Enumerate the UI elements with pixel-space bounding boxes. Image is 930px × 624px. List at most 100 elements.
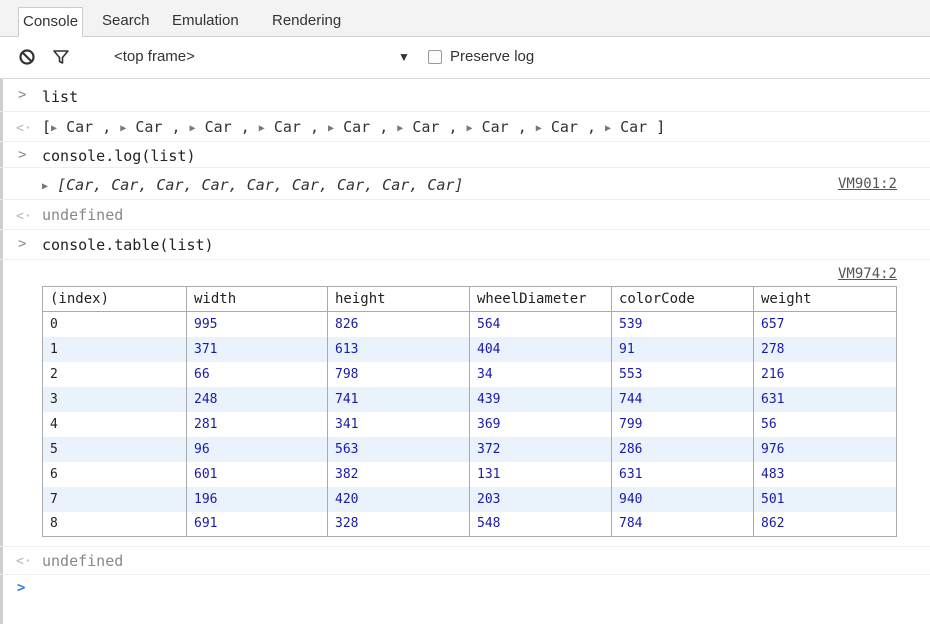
array-item-label: Car [204, 118, 232, 136]
array-item-label: Car [135, 118, 163, 136]
tab-search[interactable]: Search [98, 7, 154, 37]
tab-rendering[interactable]: Rendering [268, 7, 345, 37]
table-cell: 91 [611, 336, 754, 362]
array-item-label: Car [620, 118, 648, 136]
table-cell: 248 [186, 386, 328, 412]
table-index-cell: 8 [42, 511, 187, 537]
table-cell: 196 [186, 486, 328, 512]
source-link[interactable]: VM974:2 [838, 266, 897, 282]
table-row: 5 96 563 372 286 976 [42, 436, 897, 462]
table-row: 6 601 382 131 631 483 [42, 461, 897, 487]
result-arrow-icon: <· [16, 554, 32, 569]
console-command: console.table(list) [42, 236, 214, 254]
table-cell: 691 [186, 511, 328, 537]
table-cell: 862 [753, 511, 897, 537]
table-cell: 631 [611, 461, 754, 487]
array-close-bracket: ] [656, 118, 666, 136]
result-value: undefined [42, 552, 124, 570]
table-cell: 798 [327, 361, 470, 387]
filter-icon[interactable] [52, 48, 70, 70]
preserve-log-label: Preserve log [450, 48, 535, 65]
column-header-wheel-diameter[interactable]: wheelDiameter [469, 286, 612, 312]
column-header-weight[interactable]: weight [753, 286, 897, 312]
array-item-label: Car [481, 118, 509, 136]
table-index-cell: 3 [42, 386, 187, 412]
table-row: 2 66 798 34 553 216 [42, 361, 897, 387]
array-result: [▶ Car , ▶ Car , ▶ Car , ▶ Car , ▶ Car ,… [42, 118, 665, 136]
array-item-label: Car [343, 118, 371, 136]
table-index-cell: 2 [42, 361, 187, 387]
console-input-row: > console.log(list) [0, 142, 930, 168]
expand-triangle-icon[interactable]: ▶ [328, 123, 334, 134]
array-item[interactable]: ▶ Car , [397, 118, 466, 136]
table-index-cell: 6 [42, 461, 187, 487]
table-cell: 976 [753, 436, 897, 462]
table-cell: 420 [327, 486, 470, 512]
preserve-log-checkbox[interactable] [428, 50, 442, 64]
active-prompt-chevron-icon: > [17, 580, 26, 596]
array-item[interactable]: ▶ Car , [536, 118, 605, 136]
array-item[interactable]: ▶ Car , [259, 118, 328, 136]
column-header-width[interactable]: width [186, 286, 328, 312]
expand-triangle-icon[interactable]: ▶ [605, 123, 611, 134]
expand-triangle-icon[interactable]: ▶ [51, 123, 57, 134]
table-cell: 601 [186, 461, 328, 487]
table-cell: 203 [469, 486, 612, 512]
table-row: 3 248 741 439 744 631 [42, 386, 897, 412]
array-item[interactable]: ▶ Car , [467, 118, 536, 136]
table-cell: 131 [469, 461, 612, 487]
table-cell: 741 [327, 386, 470, 412]
array-open-bracket: [ [42, 118, 52, 136]
expand-triangle-icon[interactable]: ▶ [397, 123, 403, 134]
table-row: 7 196 420 203 940 501 [42, 486, 897, 512]
result-value: undefined [42, 206, 124, 224]
console-command: console.log(list) [42, 147, 196, 165]
tab-console[interactable]: Console [18, 7, 84, 37]
column-header-color-code[interactable]: colorCode [611, 286, 754, 312]
array-item[interactable]: ▶ Car , [51, 118, 120, 136]
frame-dropdown-icon[interactable]: ▼ [398, 50, 410, 64]
table-row: 0 995 826 564 539 657 [42, 311, 897, 337]
table-cell: 799 [611, 411, 754, 437]
prompt-chevron-icon: > [18, 147, 27, 163]
table-cell: 995 [186, 311, 328, 337]
frame-selector[interactable]: <top frame> [114, 48, 195, 65]
table-cell: 483 [753, 461, 897, 487]
console-input-row: > list [0, 80, 930, 112]
expand-triangle-icon[interactable]: ▶ [42, 181, 48, 192]
clear-console-icon[interactable] [18, 48, 36, 70]
array-item-label: Car [273, 118, 301, 136]
table-cell: 564 [469, 311, 612, 337]
console-result-row: <· undefined [0, 200, 930, 230]
table-cell: 553 [611, 361, 754, 387]
expand-triangle-icon[interactable]: ▶ [259, 123, 265, 134]
console-result-row: <· undefined [0, 547, 930, 575]
expand-triangle-icon[interactable]: ▶ [467, 123, 473, 134]
expand-triangle-icon[interactable]: ▶ [536, 123, 542, 134]
log-output[interactable]: ▶ [Car, Car, Car, Car, Car, Car, Car, Ca… [42, 176, 463, 194]
table-row: 1 371 613 404 91 278 [42, 336, 897, 362]
table-cell: 34 [469, 361, 612, 387]
result-arrow-icon: <· [16, 209, 32, 224]
console-toolbar: <top frame> ▼ Preserve log [0, 37, 930, 79]
table-cell: 328 [327, 511, 470, 537]
array-item[interactable]: ▶ Car , [120, 118, 189, 136]
table-index-cell: 0 [42, 311, 187, 337]
table-cell: 371 [186, 336, 328, 362]
table-cell: 216 [753, 361, 897, 387]
table-header-row: (index) width height wheelDiameter color… [42, 286, 897, 312]
expand-triangle-icon[interactable]: ▶ [120, 123, 126, 134]
table-index-cell: 5 [42, 436, 187, 462]
column-header-height[interactable]: height [327, 286, 470, 312]
column-header-index[interactable]: (index) [42, 286, 187, 312]
array-item[interactable]: ▶ Car , [190, 118, 259, 136]
console-prompt-area[interactable]: > [0, 575, 930, 624]
tab-emulation[interactable]: Emulation [168, 7, 243, 37]
table-cell: 439 [469, 386, 612, 412]
expand-triangle-icon[interactable]: ▶ [190, 123, 196, 134]
console-command: list [42, 88, 79, 106]
array-item[interactable]: ▶ Car , [328, 118, 397, 136]
source-link[interactable]: VM901:2 [838, 176, 897, 192]
table-index-cell: 4 [42, 411, 187, 437]
array-item[interactable]: ▶ Car [605, 118, 647, 136]
